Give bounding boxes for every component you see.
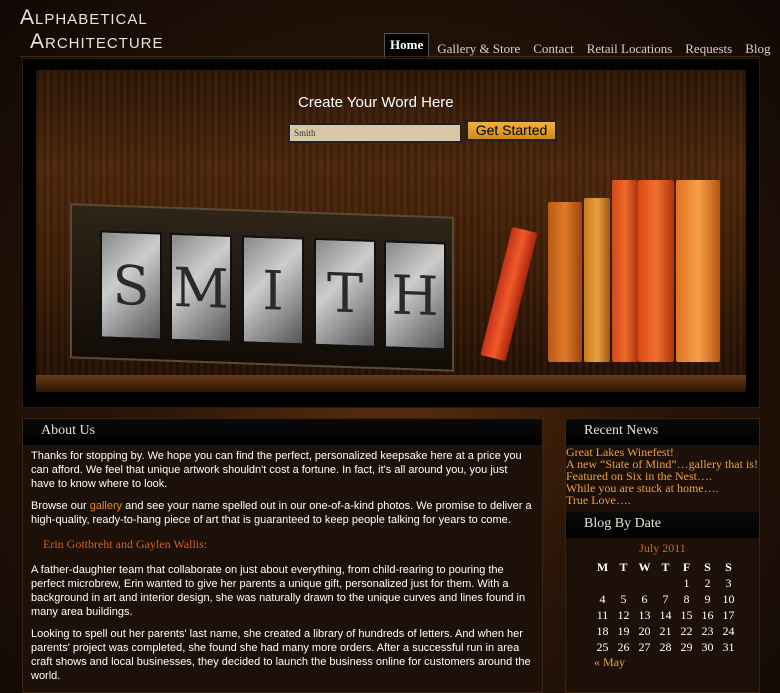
about-paragraph-1: Thanks for stopping by. We hope you can … (31, 450, 522, 490)
book-2 (584, 198, 610, 362)
about-panel: About Us Thanks for stopping by. We hope… (22, 418, 543, 693)
calendar-week: 11 12 13 14 15 16 17 (592, 607, 739, 623)
weekday-mon: M (596, 559, 609, 574)
calendar-day: 28 (659, 639, 672, 654)
site-logo[interactable]: Alphabetical Architecture (20, 6, 164, 54)
calendar-day (592, 575, 613, 591)
sidebar: Recent News Great Lakes Winefest! A new … (565, 418, 760, 693)
calendar-day (655, 575, 676, 591)
calendar-week: 25 26 27 28 29 30 31 (592, 639, 739, 655)
calendar-day: 9 (704, 591, 711, 606)
calendar-day (613, 575, 634, 591)
letter-photo-h: H (384, 240, 446, 351)
get-started-button[interactable]: Get Started (466, 120, 557, 141)
calendar-day: 19 (617, 623, 630, 638)
calendar-weekday-row: M T W T F S S (592, 559, 739, 575)
blog-by-date-heading: Blog By Date (566, 512, 759, 538)
letter-photo-m: M (170, 232, 232, 343)
calendar-day: 30 (701, 639, 714, 654)
calendar-day: 7 (662, 591, 669, 606)
news-item: True Love…. (566, 494, 759, 506)
calendar-day: 4 (599, 591, 606, 606)
calendar-day: 10 (722, 591, 735, 606)
word-input[interactable] (288, 123, 462, 143)
letter-m-image: M (173, 255, 229, 321)
calendar-day: 20 (638, 623, 651, 638)
about-paragraph-4: Looking to spell out her parents' last n… (31, 628, 531, 682)
calendar-day: 27 (638, 639, 651, 654)
about-paragraph-2: Browse our gallery and see your name spe… (31, 499, 534, 527)
weekday-thu: T (661, 559, 670, 574)
calendar-week: 1 2 3 (592, 575, 739, 591)
book-1 (548, 202, 582, 362)
letter-photo-s: S (100, 230, 162, 341)
weekday-fri: F (682, 559, 691, 574)
book-4 (638, 180, 674, 362)
calendar-day: 6 (641, 591, 648, 606)
about-body: Thanks for stopping by. We hope you can … (23, 445, 542, 683)
calendar-month: July 2011 (639, 541, 686, 555)
calendar-day: 14 (659, 607, 672, 622)
calendar-week: 18 19 20 21 22 23 24 (592, 623, 739, 639)
calendar-day: 23 (701, 623, 714, 638)
letter-h-image: H (391, 263, 439, 328)
calendar-day: 21 (659, 623, 672, 638)
calendar-day: 15 (680, 607, 693, 622)
news-link-true-love[interactable]: True Love…. (566, 494, 759, 506)
letter-t-image: T (326, 260, 364, 326)
letter-s-image: S (112, 253, 150, 318)
letter-photo-i: I (242, 235, 304, 346)
about-paragraph-3: A father-daughter team that collaborate … (31, 564, 526, 618)
calendar-day: 11 (596, 607, 609, 622)
calendar-day: 24 (722, 623, 735, 638)
calendar-prev-month-link[interactable]: « May (566, 655, 759, 670)
weekday-sun: S (725, 559, 732, 574)
weekday-wed: W (638, 559, 651, 574)
calendar-day: 12 (617, 607, 630, 622)
calendar-day: 13 (638, 607, 651, 622)
calendar-week: 4 5 6 7 8 9 10 (592, 591, 739, 607)
letter-i-image: I (262, 258, 284, 323)
logo-line-1: Alphabetical (20, 6, 148, 29)
calendar-day: 17 (722, 607, 735, 622)
hero-title: Create Your Word Here (298, 94, 454, 111)
calendar-day: 1 (683, 575, 690, 590)
weekday-tue: T (619, 559, 628, 574)
book-3 (612, 180, 638, 362)
calendar-day: 26 (617, 639, 630, 654)
calendar-day: 22 (680, 623, 693, 638)
weekday-sat: S (704, 559, 711, 574)
calendar-day: 5 (620, 591, 627, 606)
gallery-link[interactable]: gallery (90, 500, 122, 512)
about-p2-before: Browse our (31, 500, 90, 512)
header-divider (20, 56, 760, 57)
calendar-day: 8 (683, 591, 690, 606)
recent-news-list: Great Lakes Winefest! A new “State of Mi… (566, 445, 759, 506)
calendar-day: 16 (701, 607, 714, 622)
calendar-table: M T W T F S S 1 2 3 4 5 6 7 8 9 10 11 12… (592, 559, 739, 655)
calendar-day: 31 (722, 639, 735, 654)
hero-banner: Create Your Word Here Get Started S M I … (36, 70, 746, 392)
calendar-day: 18 (596, 623, 609, 638)
letter-photo-t: T (314, 237, 376, 348)
founders-subheading: Erin Gottbreht and Gaylen Wallis: (43, 537, 208, 551)
calendar-day: 25 (596, 639, 609, 654)
about-heading: About Us (23, 419, 542, 445)
calendar-day: 3 (725, 575, 732, 590)
recent-news-heading: Recent News (566, 419, 759, 445)
letter-photo-frame: S M I T H (70, 203, 454, 372)
book-5 (676, 180, 720, 362)
calendar-day: 2 (704, 575, 711, 590)
shelf (36, 375, 746, 392)
calendar-day: 29 (680, 639, 693, 654)
logo-line-2: Architecture (30, 30, 164, 53)
calendar-day (634, 575, 655, 591)
